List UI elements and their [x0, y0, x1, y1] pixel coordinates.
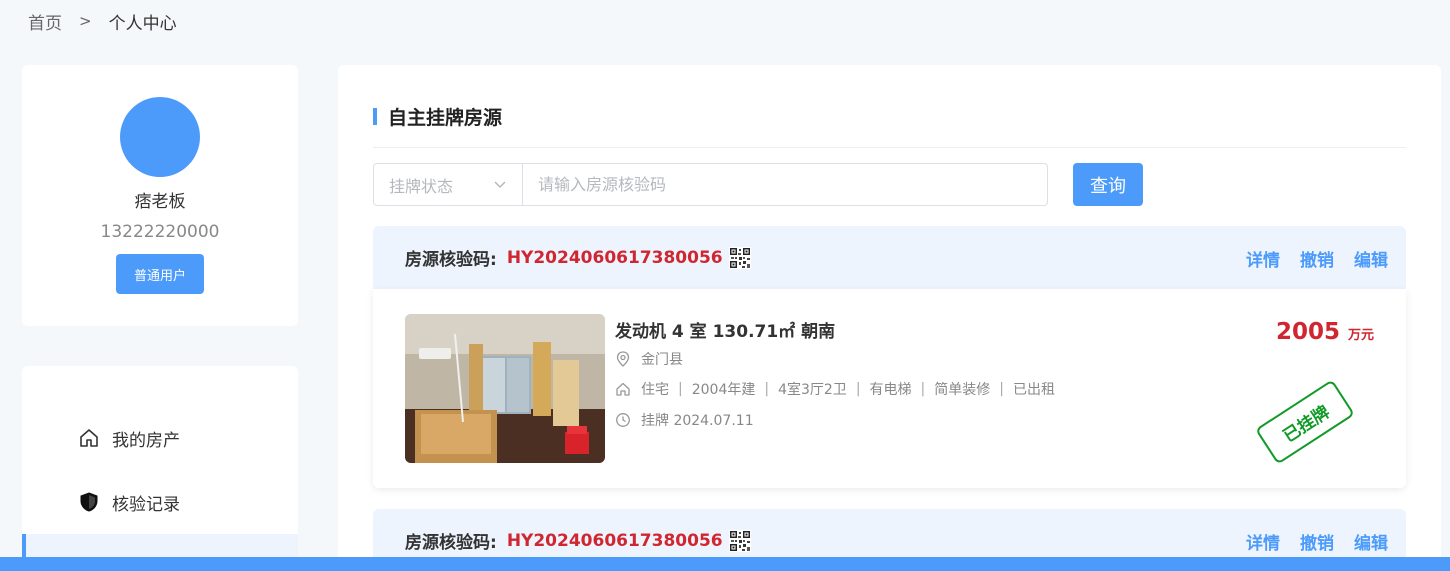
location-pin-icon: [615, 351, 631, 367]
menu-item-label: 我的房产: [112, 430, 180, 451]
tag: 有电梯: [869, 382, 912, 398]
breadcrumb: 首页 > 个人中心: [28, 9, 177, 34]
edit-link[interactable]: 编辑: [1354, 529, 1388, 554]
tag: 住宅: [641, 382, 669, 398]
location-row: 金门县: [615, 349, 683, 369]
listing-header: 房源核验码: HY2024060617380056 详情 撤销 编辑: [373, 226, 1406, 289]
tag-separator: |: [764, 381, 770, 397]
revoke-link[interactable]: 撤销: [1300, 529, 1334, 554]
tag: 简单装修: [934, 382, 991, 398]
verify-code-input[interactable]: [523, 163, 1048, 206]
listing-body: 发动机 4 室 130.71㎡ 朝南 金门县 住宅 | 2004年建 | 4室3…: [373, 289, 1406, 488]
status-select[interactable]: 挂牌状态: [373, 163, 523, 206]
house-icon: [615, 381, 631, 397]
main-panel: 自主挂牌房源 挂牌状态 查询 房源核验码: HY2024060617380056: [338, 65, 1441, 571]
tag: 已出租: [1012, 382, 1055, 398]
title-accent-bar: [373, 107, 377, 125]
house-photo[interactable]: [405, 314, 605, 463]
avatar: [120, 97, 200, 177]
verify-code-label: 房源核验码:: [405, 533, 497, 553]
listed-date-text: 挂牌 2024.07.11: [641, 413, 754, 429]
chevron-down-icon: [492, 176, 508, 196]
detail-link[interactable]: 详情: [1246, 246, 1280, 271]
verify-code-value: HY2024060617380056: [506, 247, 723, 268]
edit-link[interactable]: 编辑: [1354, 246, 1388, 271]
tag-separator: |: [999, 381, 1004, 397]
menu-item-verify-records[interactable]: 核验记录: [22, 470, 298, 534]
price: 2005 万元: [1276, 319, 1374, 345]
side-menu: 我的房产 核验记录: [22, 366, 298, 571]
section-title: 自主挂牌房源: [373, 105, 503, 129]
breadcrumb-home-link[interactable]: 首页: [28, 9, 62, 34]
divider: [373, 147, 1406, 148]
status-select-placeholder: 挂牌状态: [389, 176, 454, 196]
location-text: 金门县: [641, 352, 683, 368]
tag-separator: |: [920, 381, 926, 397]
verify-code-value: HY2024060617380056: [506, 530, 723, 551]
menu-item-my-property[interactable]: 我的房产: [22, 406, 298, 470]
detail-link[interactable]: 详情: [1246, 529, 1280, 554]
menu-item-label: 核验记录: [112, 494, 180, 515]
qr-code-icon[interactable]: [728, 529, 751, 552]
listing-actions: 详情 撤销 编辑: [1246, 246, 1388, 271]
breadcrumb-separator: >: [79, 12, 92, 30]
user-name: 痞老板: [134, 192, 186, 212]
listed-status-stamp: 已挂牌: [1254, 379, 1356, 465]
price-unit: 万元: [1347, 328, 1374, 343]
tag: 2004年建: [691, 382, 756, 398]
user-phone: 13222220000: [100, 222, 220, 242]
clock-icon: [615, 412, 631, 428]
house-title[interactable]: 发动机 4 室 130.71㎡ 朝南: [615, 317, 835, 342]
listing-actions: 详情 撤销 编辑: [1246, 529, 1388, 554]
listing-card: 房源核验码: HY2024060617380056 详情 撤销 编辑: [373, 226, 1406, 488]
query-button[interactable]: 查询: [1073, 163, 1143, 206]
user-role-button[interactable]: 普通用户: [116, 254, 204, 294]
verify-code-label: 房源核验码:: [405, 250, 497, 270]
tag-separator: |: [855, 381, 861, 397]
home-outline-icon: [78, 427, 100, 449]
tags-row: 住宅 | 2004年建 | 4室3厅2卫 | 有电梯 | 简单装修 | 已出租: [615, 379, 1055, 399]
qr-code-icon[interactable]: [728, 246, 751, 269]
breadcrumb-current: 个人中心: [108, 13, 177, 34]
section-title-text: 自主挂牌房源: [388, 106, 503, 129]
listed-date-row: 挂牌 2024.07.11: [615, 410, 754, 430]
profile-card: 痞老板 13222220000 普通用户: [22, 65, 298, 326]
price-value: 2005: [1275, 319, 1340, 345]
tag: 4室3厅2卫: [778, 382, 847, 398]
revoke-link[interactable]: 撤销: [1300, 246, 1334, 271]
shield-icon: [78, 491, 100, 513]
bottom-bar: [0, 557, 1450, 571]
tag-separator: |: [678, 381, 683, 397]
